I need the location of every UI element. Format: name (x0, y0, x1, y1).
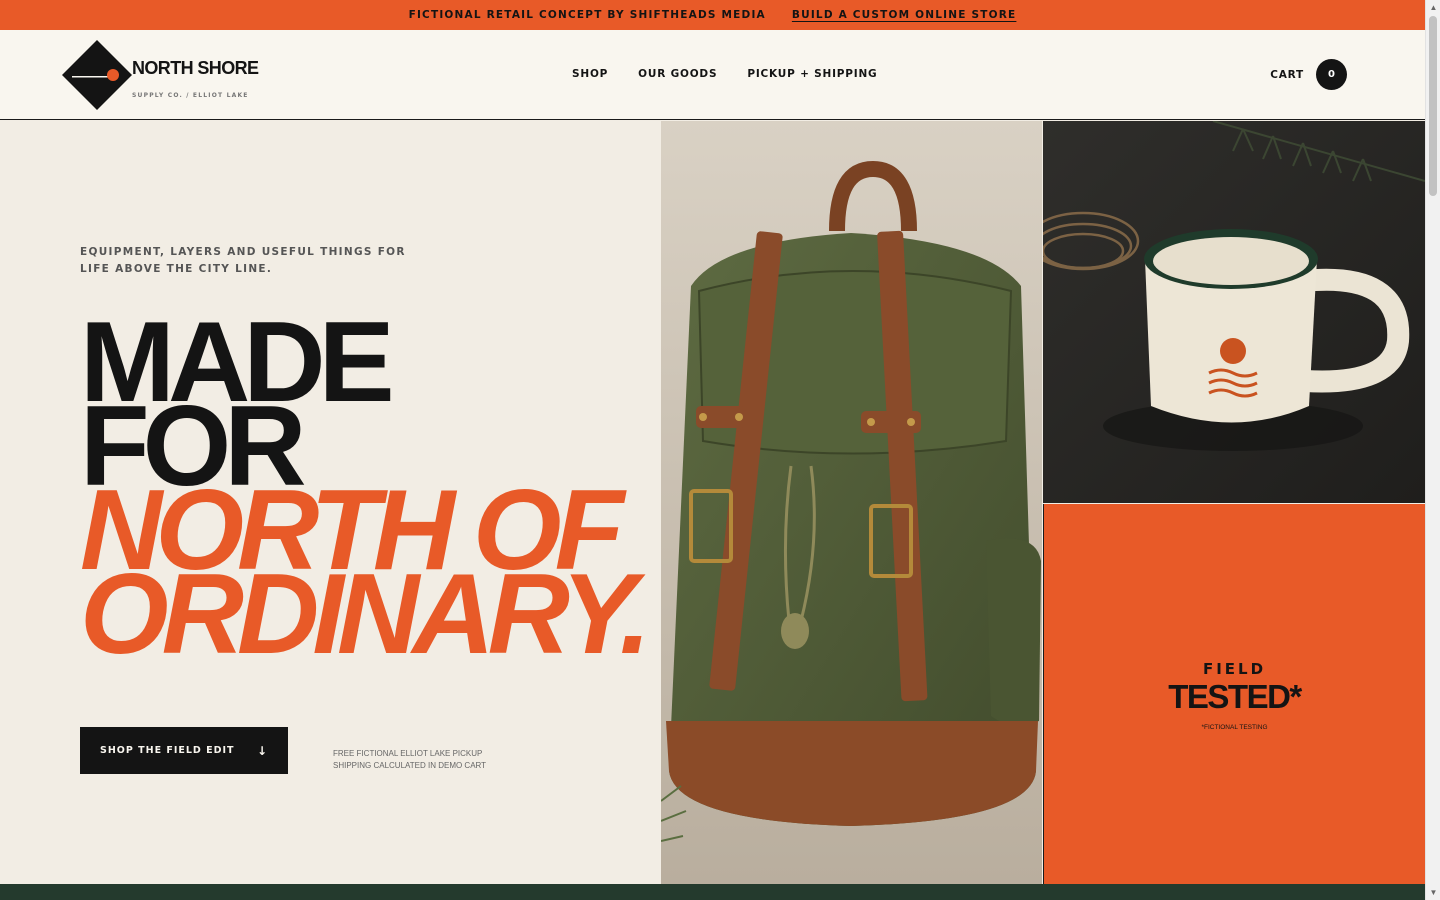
logo-diamond-icon (62, 40, 132, 110)
hero-text-panel: EQUIPMENT, LAYERS AND USEFUL THINGS FOR … (0, 121, 661, 884)
announcement-bar: FICTIONAL RETAIL CONCEPT BY SHIFTHEADS M… (0, 0, 1425, 30)
cart-count-badge: 0 (1316, 59, 1347, 90)
nav-item-pickup-shipping[interactable]: PICKUP + SHIPPING (747, 68, 877, 80)
shop-field-edit-button[interactable]: SHOP THE FIELD EDIT ↓ (80, 727, 288, 774)
announcement-link[interactable]: BUILD A CUSTOM ONLINE STORE (792, 9, 1017, 21)
next-section-strip (0, 884, 1425, 900)
pickup-note-line-2: SHIPPING CALCULATED IN DEMO CART (333, 761, 487, 770)
field-footnote: *FICTIONAL TESTING (1201, 724, 1268, 731)
nav-item-our-goods[interactable]: OUR GOODS (638, 68, 717, 80)
page-scrollbar[interactable]: ▲ ▼ (1425, 0, 1440, 900)
backpack-image[interactable] (661, 121, 1042, 884)
hero-headline: MADE FOR NORTH OF ORDINARY. (80, 306, 651, 678)
backpack-illustration (661, 121, 1042, 884)
nav-item-shop[interactable]: SHOP (572, 68, 608, 80)
scroll-thumb[interactable] (1429, 16, 1437, 196)
pickup-note: FREE FICTIONAL ELLIOT LAKE PICKUP SHIPPI… (333, 748, 486, 772)
arrow-down-icon: ↓ (256, 743, 268, 758)
scroll-up-icon[interactable]: ▲ (1426, 0, 1440, 15)
field-label: FIELD (1202, 660, 1267, 678)
cart-button[interactable]: CART 0 (1270, 59, 1347, 90)
hero-eyebrow: EQUIPMENT, LAYERS AND USEFUL THINGS FOR … (80, 246, 406, 275)
announcement-text: FICTIONAL RETAIL CONCEPT BY SHIFTHEADS M… (408, 9, 766, 21)
brand-logo[interactable]: NORTH SHORE SUPPLY CO. / ELLIOT LAKE (62, 40, 282, 110)
pickup-note-line-1: FREE FICTIONAL ELLIOT LAKE PICKUP (333, 749, 483, 758)
main-nav: SHOP OUR GOODS PICKUP + SHIPPING (572, 68, 877, 80)
site-header: NORTH SHORE SUPPLY CO. / ELLIOT LAKE SHO… (0, 30, 1425, 120)
headline-line-4: ORDINARY. (80, 551, 651, 678)
enamel-mug-image[interactable] (1043, 121, 1425, 503)
cta-label: SHOP THE FIELD EDIT (100, 745, 235, 756)
brand-tagline: SUPPLY CO. / ELLIOT LAKE (132, 92, 249, 99)
scroll-down-icon[interactable]: ▼ (1426, 885, 1440, 900)
mug-illustration (1043, 121, 1425, 503)
brand-name: NORTH SHORE (132, 58, 259, 78)
field-tested-panel: FIELD TESTED* *FICTIONAL TESTING (1043, 504, 1425, 884)
tested-label: TESTED* (1168, 678, 1302, 715)
cart-label: CART (1270, 68, 1304, 81)
